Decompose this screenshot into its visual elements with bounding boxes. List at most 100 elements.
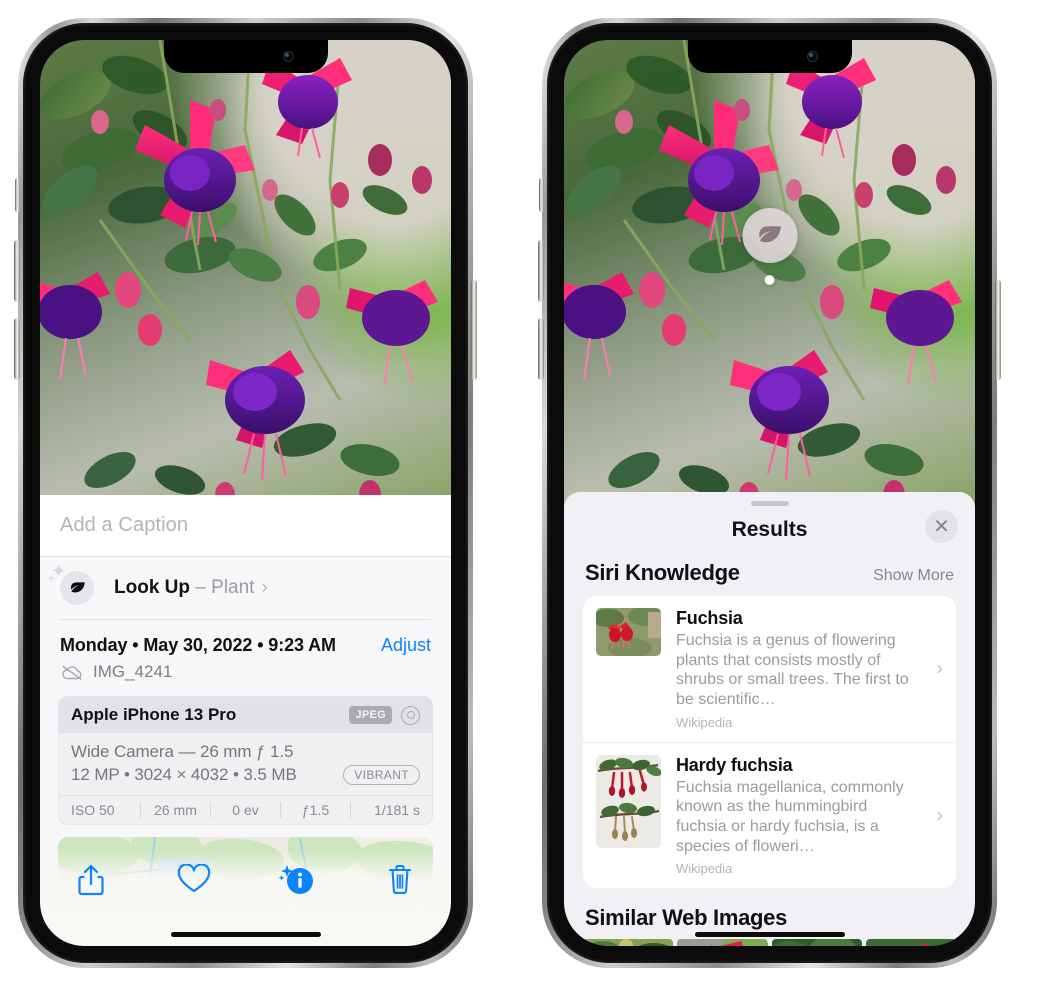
caption-row[interactable]: Add a Caption — [40, 495, 451, 557]
fuchsia-thumb-icon — [596, 608, 661, 656]
knowledge-title: Fuchsia — [676, 608, 743, 628]
chevron-right-icon: › — [261, 577, 268, 598]
specs-row: 12 MP • 3024 × 4032 • 3.5 MB VIBRANT — [71, 765, 420, 785]
web-image-thumb-icon — [865, 939, 956, 946]
camera-card-body: Wide Camera — 26 mm ƒ 1.5 12 MP • 3024 ×… — [59, 733, 432, 795]
front-camera-icon — [282, 51, 294, 62]
visual-lookup-pin[interactable] — [742, 208, 797, 285]
home-indicator[interactable] — [170, 932, 321, 937]
caption-input[interactable]: Add a Caption — [60, 514, 188, 537]
info-button[interactable] — [246, 864, 349, 896]
web-image-thumb-icon — [677, 939, 768, 946]
close-icon[interactable]: ✕ — [925, 510, 958, 543]
volume-down-button[interactable] — [14, 318, 20, 380]
siri-knowledge-header: Siri Knowledge Show More — [564, 554, 975, 596]
section-title-similar-web-images: Similar Web Images — [585, 905, 788, 931]
siri-knowledge-card: Fuchsia Fuchsia is a genus of flowering … — [583, 596, 956, 889]
aperture-icon — [401, 705, 420, 725]
knowledge-body: Hardy fuchsia Fuchsia magellanica, commo… — [676, 755, 943, 877]
list-item[interactable]: Hardy fuchsia Fuchsia magellanica, commo… — [583, 741, 956, 889]
results-title: Results — [731, 518, 808, 541]
look-up-text: Look Up — [114, 577, 190, 598]
knowledge-description: Fuchsia magellanica, commonly known as t… — [676, 778, 904, 855]
side-power-button[interactable] — [995, 280, 1001, 380]
right-screen: Results ✕ Siri Knowledge Show More Fuchs… — [564, 40, 975, 946]
leaf-icon: ✦ ✦ — [47, 562, 94, 605]
camera-model: Apple iPhone 13 Pro — [71, 705, 237, 724]
knowledge-title: Hardy fuchsia — [676, 754, 793, 775]
knowledge-description: Fuchsia is a genus of flowering plants t… — [676, 632, 909, 709]
knowledge-source: Wikipedia — [676, 861, 733, 877]
photo-info-sheet: Add a Caption ✦ ✦ Look Up – Plant › Mond… — [40, 495, 451, 946]
chevron-right-icon: › — [936, 657, 943, 680]
results-sheet: Results ✕ Siri Knowledge Show More Fuchs… — [564, 492, 975, 946]
notch — [687, 40, 852, 73]
side-power-button[interactable] — [471, 280, 477, 380]
exif-iso: ISO 50 — [71, 802, 115, 818]
camera-card-header: Apple iPhone 13 Pro JPEG — [59, 697, 432, 733]
leaf-glyph — [759, 225, 781, 242]
show-more-button[interactable]: Show More — [873, 567, 954, 585]
file-name: IMG_4241 — [93, 662, 173, 681]
results-header: Results ✕ — [564, 506, 975, 554]
front-camera-icon — [806, 51, 818, 62]
photo-fuchsia[interactable] — [564, 40, 975, 510]
mute-switch[interactable] — [539, 178, 544, 212]
knowledge-thumbnail — [596, 754, 661, 848]
home-indicator[interactable] — [694, 932, 845, 937]
lens-line: Wide Camera — 26 mm ƒ 1.5 — [71, 742, 294, 761]
left-screen: Add a Caption ✦ ✦ Look Up – Plant › Mond… — [40, 40, 451, 946]
date-row: Monday • May 30, 2022 • 9:23 AM Adjust — [40, 620, 451, 656]
knowledge-body: Fuchsia Fuchsia is a genus of flowering … — [676, 608, 943, 730]
right-phone: Results ✕ Siri Knowledge Show More Fuchs… — [538, 18, 1001, 968]
sparkle-small-icon: ✦ — [47, 574, 56, 585]
heart-icon — [177, 864, 211, 893]
similar-web-images-grid — [564, 939, 975, 946]
list-item[interactable]: Fuchsia Fuchsia is a genus of flowering … — [583, 596, 956, 742]
photo-date: Monday • May 30, 2022 • 9:23 AM — [60, 635, 336, 655]
screenshot-stage: Add a Caption ✦ ✦ Look Up – Plant › Mond… — [0, 0, 1055, 985]
mute-switch[interactable] — [15, 178, 20, 212]
volume-down-button[interactable] — [538, 318, 544, 380]
look-up-label: Look Up – Plant — [114, 577, 254, 599]
notch — [163, 40, 328, 73]
share-icon — [78, 864, 104, 896]
favorite-button[interactable] — [143, 864, 246, 894]
look-up-dash: – — [195, 577, 206, 598]
knowledge-thumbnail — [596, 608, 661, 656]
web-image-thumb-icon — [583, 939, 674, 946]
hardy-fuchsia-thumb-icon — [596, 754, 661, 848]
exif-row: ISO 50 26 mm 0 ev ƒ1.5 1/181 s — [59, 795, 432, 824]
photo-illustration — [40, 40, 438, 510]
delete-button[interactable] — [348, 864, 451, 896]
leaf-glyph — [70, 581, 85, 592]
web-image-thumb-icon — [771, 939, 862, 946]
exif-aperture: ƒ1.5 — [301, 802, 330, 818]
web-image-2[interactable] — [677, 939, 768, 946]
camera-badges: JPEG — [349, 705, 420, 725]
web-image-4[interactable] — [865, 939, 956, 946]
look-up-row[interactable]: ✦ ✦ Look Up – Plant › — [40, 557, 451, 619]
trash-icon — [388, 864, 411, 894]
file-row: IMG_4241 — [40, 656, 451, 682]
exif-focal: 26 mm — [154, 802, 197, 818]
style-badge: VIBRANT — [343, 765, 420, 785]
camera-info-card: Apple iPhone 13 Pro JPEG Wide Camera — 2… — [58, 696, 433, 825]
leaf-icon — [742, 208, 797, 263]
format-badge: JPEG — [349, 706, 392, 724]
knowledge-source: Wikipedia — [676, 714, 733, 730]
specs-line: 12 MP • 3024 × 4032 • 3.5 MB — [71, 765, 297, 784]
share-button[interactable] — [40, 864, 143, 896]
icloud-slash-icon — [62, 665, 82, 680]
web-image-1[interactable] — [583, 939, 674, 946]
lookup-anchor-dot — [764, 275, 775, 285]
volume-up-button[interactable] — [14, 240, 20, 302]
section-title-siri-knowledge: Siri Knowledge — [585, 560, 740, 585]
left-phone: Add a Caption ✦ ✦ Look Up – Plant › Mond… — [14, 18, 477, 968]
adjust-button[interactable]: Adjust — [381, 635, 431, 656]
photo-fuchsia[interactable] — [40, 40, 451, 510]
chevron-right-icon: › — [936, 804, 943, 827]
look-up-subject: Plant — [211, 577, 255, 598]
web-image-3[interactable] — [771, 939, 862, 946]
volume-up-button[interactable] — [538, 240, 544, 302]
